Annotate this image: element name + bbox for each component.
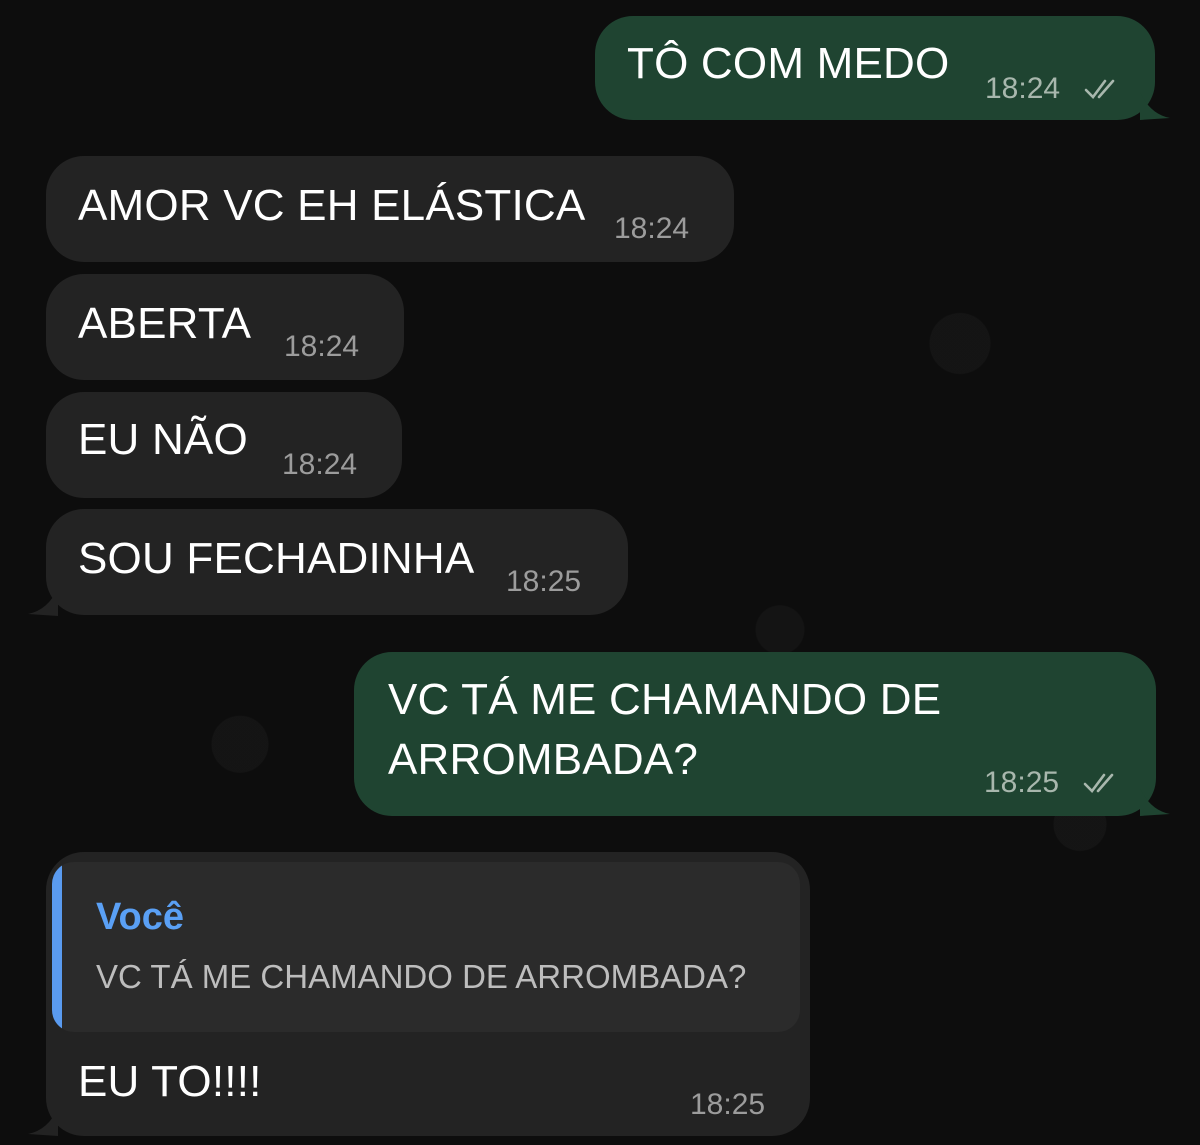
message-text: EU NÃO: [78, 415, 248, 464]
message-bubble-outgoing[interactable]: TÔ COM MEDO 18:24: [595, 16, 1155, 120]
message-timestamp: 18:25: [984, 766, 1060, 799]
message-timestamp: 18:24: [985, 72, 1061, 105]
double-check-icon: [1083, 773, 1114, 793]
message-timestamp: 18:24: [284, 330, 360, 363]
message-timestamp: 18:24: [614, 212, 690, 245]
message-text-line: VC TÁ ME CHAMANDO DE: [388, 675, 942, 724]
quote-author: Você: [96, 896, 185, 938]
message-bubble-outgoing[interactable]: VC TÁ ME CHAMANDO DE ARROMBADA? 18:25: [354, 652, 1156, 816]
message-timestamp: 18:25: [506, 565, 582, 598]
bubble-tail: [28, 588, 58, 616]
bubble-tail: [1140, 92, 1170, 120]
message-text-line: ARROMBADA?: [388, 735, 699, 784]
message-text: ABERTA: [78, 299, 252, 348]
bubble-tail: [28, 1108, 58, 1136]
reply-quote[interactable]: Você VC TÁ ME CHAMANDO DE ARROMBADA?: [52, 862, 800, 1032]
double-check-icon: [1084, 79, 1115, 99]
message-bubble-incoming[interactable]: ABERTA 18:24: [46, 274, 404, 380]
message-bubble-incoming[interactable]: SOU FECHADINHA 18:25: [46, 509, 628, 615]
bubble-tail: [1140, 788, 1170, 816]
message-text: SOU FECHADINHA: [78, 534, 475, 583]
message-text: AMOR VC EH ELÁSTICA: [78, 181, 586, 230]
message-timestamp: 18:25: [690, 1088, 766, 1121]
message-text: EU TO!!!!: [78, 1057, 262, 1106]
message-bubble-incoming[interactable]: AMOR VC EH ELÁSTICA 18:24: [46, 156, 734, 262]
quote-accent-bar: [52, 862, 62, 1032]
message-text: TÔ COM MEDO: [627, 39, 950, 88]
message-timestamp: 18:24: [282, 448, 358, 481]
quote-text: VC TÁ ME CHAMANDO DE ARROMBADA?: [96, 958, 747, 995]
message-bubble-incoming[interactable]: EU NÃO 18:24: [46, 392, 402, 498]
